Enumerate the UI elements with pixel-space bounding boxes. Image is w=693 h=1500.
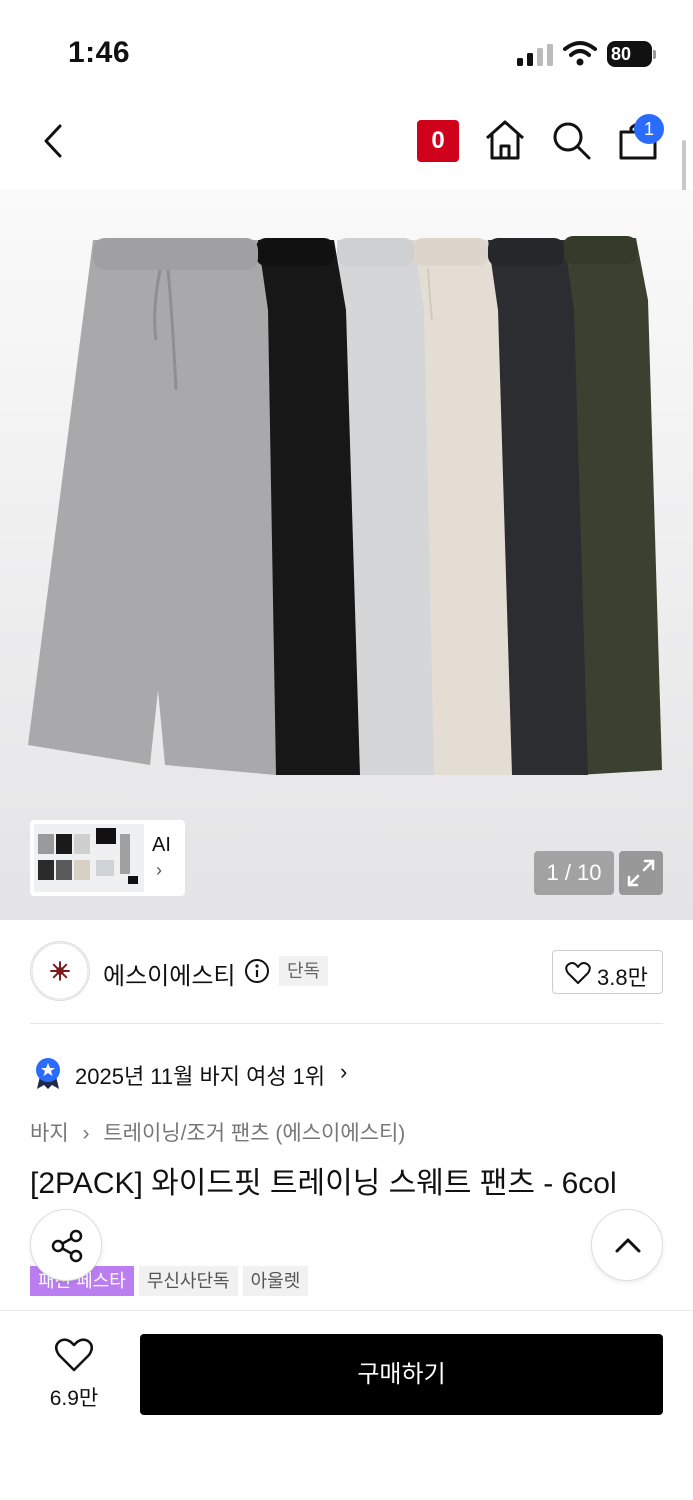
scroll-top-button[interactable]: [591, 1209, 663, 1281]
share-button[interactable]: [30, 1209, 102, 1281]
brand-logo[interactable]: [30, 941, 90, 1001]
battery-icon: 80: [607, 41, 657, 67]
like-count: 6.9만: [49, 1387, 99, 1410]
ranking-badge-icon: [36, 1058, 60, 1089]
chevron-right-icon[interactable]: ›: [340, 1059, 347, 1085]
image-pager: 1 / 10: [534, 851, 614, 895]
wifi-icon: [563, 41, 597, 66]
divider: [30, 1023, 663, 1024]
tag-musinsa-exclusive: 무신사단독: [138, 1266, 238, 1296]
breadcrumb-subcategory[interactable]: 트레이닝/조거 팬츠 (에스이에스티): [103, 1122, 405, 1145]
chevron-up-icon: [615, 1238, 641, 1253]
buy-button[interactable]: 구매하기: [140, 1334, 663, 1415]
outfit-thumbnail: [34, 824, 144, 892]
status-time: 1:46: [68, 36, 131, 69]
back-icon[interactable]: [36, 120, 70, 162]
breadcrumb: 바지 › 트레이닝/조거 팬츠 (에스이에스티): [30, 1117, 413, 1147]
home-icon[interactable]: [483, 118, 527, 162]
brand-like-button[interactable]: 3.8만: [552, 950, 663, 994]
share-icon: [51, 1229, 83, 1263]
breadcrumb-category[interactable]: 바지: [30, 1122, 69, 1145]
bottom-bar-divider: [0, 1310, 693, 1311]
ai-label: AI: [152, 834, 171, 856]
search-icon[interactable]: [549, 118, 593, 162]
heart-icon: [565, 962, 591, 984]
heart-icon[interactable]: [54, 1337, 94, 1373]
product-image[interactable]: [0, 190, 693, 920]
product-title: [2PACK] 와이드핏 트레이닝 스웨트 팬츠 - 6col: [30, 1167, 617, 1200]
battery-level: 80: [607, 41, 652, 67]
breadcrumb-separator: ›: [82, 1122, 90, 1145]
chevron-right-icon: ›: [156, 860, 162, 880]
tag-outlet: 아울렛: [242, 1266, 309, 1296]
ai-outfit-card[interactable]: [30, 820, 185, 896]
expand-icon[interactable]: [619, 851, 663, 895]
info-icon[interactable]: [244, 958, 270, 984]
status-bar: 1:46 80: [0, 0, 693, 100]
ranking-text[interactable]: 2025년 11월 바지 여성 1위: [75, 1059, 325, 1091]
exclusive-tag: 단독: [279, 956, 329, 986]
brand-name[interactable]: 에스이에스티: [103, 956, 235, 991]
cart-count-badge: 1: [634, 114, 664, 144]
brand-like-count: 3.8만: [597, 965, 648, 990]
cellular-signal-icon: [517, 44, 553, 66]
pants-illustration: [28, 236, 662, 775]
points-badge[interactable]: 0: [417, 120, 459, 162]
